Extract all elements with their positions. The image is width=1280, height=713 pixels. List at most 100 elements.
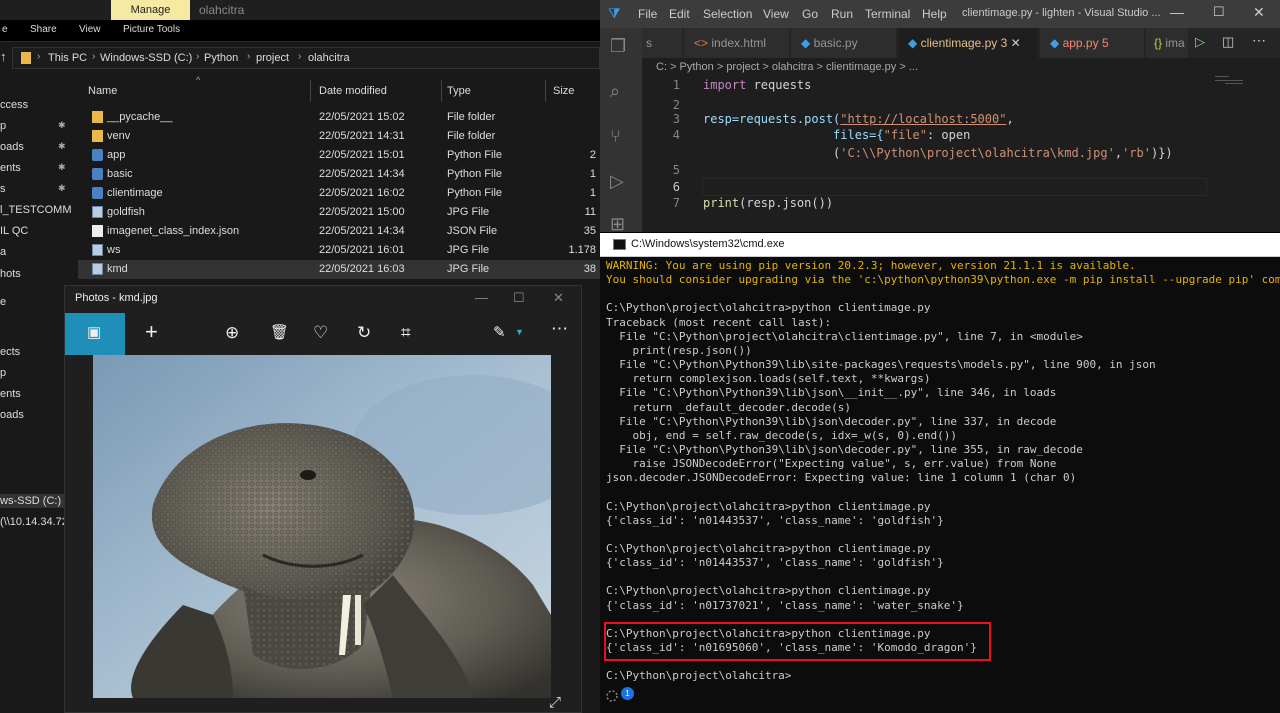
file-row[interactable]: imagenet_class_index.json 22/05/2021 14:… xyxy=(78,222,600,241)
minimize-icon[interactable]: — xyxy=(475,290,488,305)
cmd-line: {'class_id': 'n01443537', 'class_name': … xyxy=(606,513,944,527)
menu-edit[interactable]: Edit xyxy=(669,7,690,21)
file-row[interactable]: basic 22/05/2021 14:34 Python File 1 xyxy=(78,165,600,184)
cmd-line: {'class_id': 'n01443537', 'class_name': … xyxy=(606,556,944,570)
nav-item[interactable]: p xyxy=(0,367,6,379)
column-name[interactable]: Name xyxy=(88,85,117,97)
tab-partial[interactable]: s xyxy=(642,28,682,58)
menu-go[interactable]: Go xyxy=(802,7,818,21)
nav-item[interactable]: ents xyxy=(0,388,21,400)
nav-item[interactable]: oads xyxy=(0,409,24,421)
file-row[interactable]: app 22/05/2021 15:01 Python File 2 xyxy=(78,146,600,165)
ribbon-tab-home[interactable]: e xyxy=(2,24,8,35)
chevron-down-icon[interactable]: ▼ xyxy=(515,327,524,337)
code-line-1[interactable]: 1 import requests xyxy=(642,78,1252,98)
expand-icon[interactable]: ⤢ xyxy=(549,694,561,711)
close-icon[interactable]: ✕ xyxy=(553,290,564,306)
close-icon[interactable]: ✕ xyxy=(1253,4,1265,21)
explorer-icon[interactable]: ❐ xyxy=(610,36,626,57)
html-file-icon: <> xyxy=(694,36,712,50)
file-row[interactable]: clientimage 22/05/2021 16:02 Python File… xyxy=(78,184,600,203)
more-icon[interactable]: ⋯ xyxy=(551,319,568,339)
menu-view[interactable]: View xyxy=(763,7,789,21)
crop-icon[interactable]: ⌗ xyxy=(401,323,411,343)
maximize-icon[interactable]: ☐ xyxy=(1213,4,1225,20)
file-date: 22/05/2021 16:02 xyxy=(319,187,405,199)
edit-icon[interactable]: ✎ xyxy=(493,323,506,341)
breadcrumb-project[interactable]: project xyxy=(256,52,289,64)
delete-icon[interactable]: 🗑 xyxy=(270,323,289,341)
column-divider[interactable] xyxy=(310,80,311,102)
tab-partial-ima[interactable]: {} ima xyxy=(1146,28,1188,58)
breadcrumb-drive[interactable]: Windows-SSD (C:) xyxy=(100,52,192,64)
editor-breadcrumb[interactable]: C: > Python > project > olahcitra > clie… xyxy=(656,61,918,73)
nav-item[interactable]: ents xyxy=(0,162,21,174)
nav-item[interactable]: ccess xyxy=(0,99,28,111)
more-icon[interactable]: ⋯ xyxy=(1252,32,1266,49)
column-date-modified[interactable]: Date modified xyxy=(319,85,387,97)
favorite-icon[interactable]: ♡ xyxy=(313,323,328,343)
file-row[interactable]: venv 22/05/2021 14:31 File folder xyxy=(78,127,600,146)
minimize-icon[interactable]: — xyxy=(1170,4,1184,20)
file-row[interactable]: __pycache__ 22/05/2021 15:02 File folder xyxy=(78,108,600,127)
add-icon[interactable]: + xyxy=(145,319,158,345)
vscode-window: ⧩ File Edit Selection View Go Run Termin… xyxy=(600,0,1280,235)
file-row[interactable]: goldfish 22/05/2021 15:00 JPG File 11 xyxy=(78,203,600,222)
menu-file[interactable]: File xyxy=(638,7,657,21)
run-debug-icon[interactable]: ▷ xyxy=(610,171,624,192)
tab-basic-py[interactable]: ◆ basic.py xyxy=(791,28,896,58)
rotate-icon[interactable]: ↻ xyxy=(357,323,371,343)
menu-terminal[interactable]: Terminal xyxy=(865,7,910,21)
explorer-title-bar: Manage olahcitra xyxy=(0,0,600,20)
nav-item[interactable]: s xyxy=(0,183,6,195)
nav-item-network-drive[interactable]: (\\10.14.34.72 xyxy=(0,516,68,528)
column-size[interactable]: Size xyxy=(553,85,574,97)
file-type: JPG File xyxy=(447,244,490,256)
column-divider[interactable] xyxy=(545,80,546,102)
extensions-icon[interactable]: ⊞ xyxy=(610,214,625,235)
ribbon-tab-picture-tools[interactable]: Picture Tools xyxy=(123,24,180,35)
column-type[interactable]: Type xyxy=(447,85,471,97)
nav-item[interactable]: ects xyxy=(0,346,20,358)
json-file-icon xyxy=(92,225,103,237)
nav-item[interactable]: l_TESTCOMM xyxy=(0,204,72,216)
column-divider[interactable] xyxy=(441,80,442,102)
manage-tab[interactable]: Manage xyxy=(111,0,190,20)
activity-bar: ❐ ⌕ ⑂ ▷ ⊞ xyxy=(600,28,642,235)
menu-run[interactable]: Run xyxy=(831,7,853,21)
menu-help[interactable]: Help xyxy=(922,7,947,21)
nav-item[interactable]: oads xyxy=(0,141,24,153)
maximize-icon[interactable]: ☐ xyxy=(513,290,525,306)
menu-selection[interactable]: Selection xyxy=(703,7,752,21)
run-icon[interactable]: ▷ xyxy=(1195,34,1205,50)
address-input[interactable]: › This PC › Windows-SSD (C:) › Python › … xyxy=(12,47,600,69)
nav-item[interactable]: e xyxy=(0,296,6,308)
nav-item-drive[interactable]: ws-SSD (C:) xyxy=(0,494,70,508)
tab-index-html[interactable]: <> index.html xyxy=(684,28,789,58)
ribbon-tab-share[interactable]: Share xyxy=(30,24,57,35)
breadcrumb-olahcitra[interactable]: olahcitra xyxy=(308,52,350,64)
breadcrumb-python[interactable]: Python xyxy=(204,52,238,64)
search-icon[interactable]: ⌕ xyxy=(610,81,620,102)
nav-item[interactable]: a xyxy=(0,246,6,258)
up-arrow-icon[interactable]: ↑ xyxy=(0,49,7,64)
tab-app-py[interactable]: ◆ app.py 5 xyxy=(1040,28,1144,58)
split-editor-icon[interactable]: ◫ xyxy=(1222,34,1234,50)
file-row[interactable]: ws 22/05/2021 16:01 JPG File 1.178 xyxy=(78,241,600,260)
image-file-icon xyxy=(92,206,103,218)
code-line-7[interactable]: 7 print(resp.json()) xyxy=(642,196,1252,216)
zoom-icon[interactable]: ⊕ xyxy=(225,323,239,343)
ribbon-tab-view[interactable]: View xyxy=(79,24,101,35)
source-control-icon[interactable]: ⑂ xyxy=(610,126,621,147)
breadcrumb-this-pc[interactable]: This PC xyxy=(48,52,87,64)
nav-item[interactable]: IL QC xyxy=(0,225,28,237)
minimap[interactable] xyxy=(1215,75,1245,87)
file-name: goldfish xyxy=(107,206,145,218)
code-line-4[interactable]: 4 files={"file": open xyxy=(642,128,1252,148)
view-image-button[interactable]: ▣ xyxy=(65,313,125,355)
close-tab-icon[interactable]: ✕ xyxy=(1007,36,1021,50)
tab-clientimage-py[interactable]: ◆ clientimage.py 3 ✕ xyxy=(898,28,1038,58)
nav-item[interactable]: hots xyxy=(0,268,21,280)
nav-item[interactable]: p xyxy=(0,120,6,132)
file-row-selected[interactable]: kmd 22/05/2021 16:03 JPG File 38 xyxy=(78,260,600,279)
